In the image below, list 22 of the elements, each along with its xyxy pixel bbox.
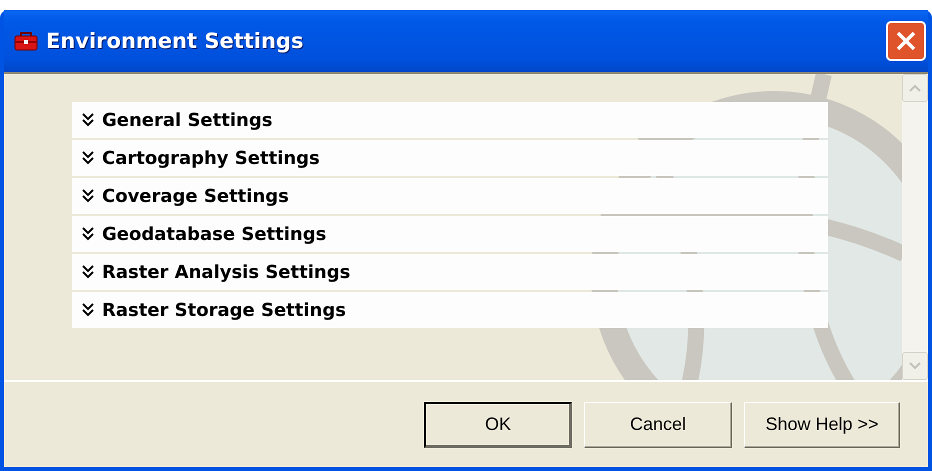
scroll-up-icon[interactable] [902, 74, 928, 102]
window-title: Environment Settings [46, 29, 304, 53]
settings-section[interactable]: General Settings [72, 102, 828, 138]
close-button[interactable] [886, 21, 926, 61]
scrollbar[interactable] [902, 74, 928, 380]
settings-section[interactable]: Raster Storage Settings [72, 292, 828, 328]
chevron-down-icon [82, 189, 94, 203]
toolbox-icon [14, 31, 38, 51]
chevron-down-icon [82, 265, 94, 279]
chevron-down-icon [82, 113, 94, 127]
scroll-down-icon[interactable] [902, 352, 928, 380]
settings-section[interactable]: Raster Analysis Settings [72, 254, 828, 290]
dialog-button[interactable]: Cancel [584, 402, 732, 448]
chevron-down-icon [82, 303, 94, 317]
chevron-down-icon [82, 227, 94, 241]
close-icon [895, 30, 917, 52]
settings-section[interactable]: Coverage Settings [72, 178, 828, 214]
settings-section[interactable]: Geodatabase Settings [72, 216, 828, 252]
dialog-button[interactable]: OK [424, 402, 572, 448]
chevron-down-icon [82, 151, 94, 165]
settings-section[interactable]: Cartography Settings [72, 140, 828, 176]
dialog-button[interactable]: Show Help >> [744, 402, 900, 448]
